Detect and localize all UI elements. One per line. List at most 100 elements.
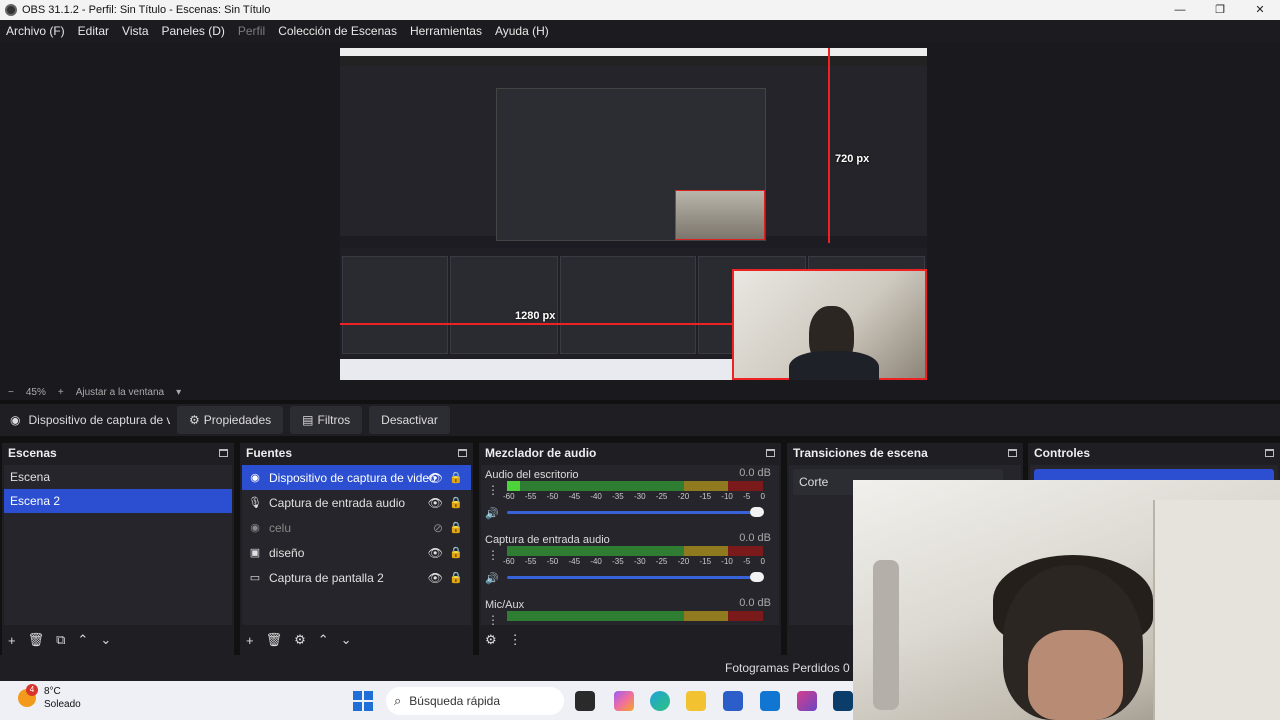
weather-desc: Soleado [44,699,81,710]
eye-icon[interactable]: 👁 [428,546,443,560]
lock-icon[interactable]: 🔒 [449,471,463,484]
scene-filters-icon[interactable]: ⧉ [56,632,65,648]
scale-tick-label: -15 [699,557,712,566]
mixer-channel: Audio del escritorio 0.0 dB ⋮ -60 -55 -50-… [481,465,779,530]
nested-mixer-dock [560,256,696,354]
advanced-audio-icon[interactable]: ⚙ [485,632,497,648]
kebab-menu-icon[interactable]: ⋮ [487,483,499,497]
move-down-icon[interactable]: ⌄ [100,632,111,648]
weather-temp: 8°C [44,686,61,697]
add-scene-icon[interactable]: + [8,633,16,648]
scale-tick-label: -5 [743,492,751,501]
eye-hidden-icon[interactable]: ⊘ [433,521,443,535]
slider-knob[interactable] [750,572,764,582]
scene-item-escena-2[interactable]: Escena 2 [4,489,232,513]
window-controls: — ❐ ✕ [1160,0,1280,20]
speaker-icon[interactable]: 🔊 [485,507,499,520]
volume-slider[interactable] [507,507,764,517]
fit-window-label[interactable]: Ajustar a la ventana [76,387,164,398]
scale-tick-label: -35 [612,557,624,566]
preview-canvas[interactable]: 720 px 1280 px [340,48,927,380]
notification-badge: 4 [26,684,38,696]
speaker-icon[interactable]: 🔊 [485,572,499,585]
minimize-button[interactable]: — [1160,0,1200,20]
zoom-in-button[interactable]: + [58,387,64,398]
move-down-icon[interactable]: ⌄ [341,632,352,648]
outlook-icon[interactable] [760,691,780,711]
source-item[interactable]: ◉ celu ⊘ 🔒 [242,515,471,540]
menu-perfil[interactable]: Perfil [238,24,265,38]
undock-icon[interactable] [1008,449,1017,457]
menu-vista[interactable]: Vista [122,24,148,38]
copilot-icon[interactable] [614,691,634,711]
width-guide-label: 1280 px [515,310,556,322]
store-icon[interactable] [723,691,743,711]
eye-icon[interactable]: 👁 [428,471,443,485]
zoom-bar: − 45% + Ajustar a la ventana ▾ [0,384,1280,400]
menu-herramientas[interactable]: Herramientas [410,24,482,38]
maximize-button[interactable]: ❐ [1200,0,1240,20]
sun-icon: 4 [18,684,38,707]
menu-ayuda[interactable]: Ayuda (H) [495,24,549,38]
move-up-icon[interactable]: ⌃ [77,632,88,648]
edge-browser-icon[interactable] [650,691,670,711]
scale-tick-label: -40 [590,492,602,501]
camera-icon: ◉ [10,413,21,427]
scale-tick-label: -60 [503,557,515,566]
meter-scale: -60 -55 -50 -45 -40 -35 -30 -25 -20 -15 -10 -5 0 [503,557,765,566]
slider-knob[interactable] [750,507,764,517]
mixer-menu-icon[interactable]: ⋮ [509,632,522,648]
lock-icon[interactable]: 🔒 [449,521,463,534]
height-guide-line [828,48,830,243]
menu-paneles[interactable]: Paneles (D) [162,24,225,38]
menu-coleccion-escenas[interactable]: Colección de Escenas [278,24,397,38]
zoom-out-button[interactable]: − [8,387,14,398]
undock-icon[interactable] [219,449,228,457]
filters-button[interactable]: ▤ Filtros [290,406,363,434]
lock-icon[interactable]: 🔒 [449,546,463,559]
kebab-menu-icon[interactable]: ⋮ [487,548,499,562]
remove-source-icon[interactable]: 🗑 [266,632,283,648]
eye-icon[interactable]: 👁 [428,571,443,585]
add-source-icon[interactable]: + [246,633,254,648]
scale-tick-label: -55 [524,492,537,501]
deactivate-button[interactable]: Desactivar [369,406,450,434]
nested-scenes-dock [342,256,448,354]
undock-icon[interactable] [458,449,467,457]
channel-db: 0.0 dB [739,532,771,544]
menu-editar[interactable]: Editar [78,24,109,38]
kebab-menu-icon[interactable]: ⋮ [487,613,499,625]
source-item[interactable]: ▭ Captura de pantalla 2 👁 🔒 [242,565,471,590]
scene-item-escena[interactable]: Escena [4,465,232,489]
source-item[interactable]: ▣ diseño 👁 🔒 [242,540,471,565]
scale-tick-label: -50 [546,492,559,501]
close-button[interactable]: ✕ [1240,0,1280,20]
zoom-dropdown-icon[interactable]: ▾ [176,387,181,398]
lock-icon[interactable]: 🔒 [449,496,463,509]
weather-widget[interactable]: 4 8°C Soleado [18,684,81,711]
selected-webcam-source[interactable] [732,269,927,380]
app-icon[interactable] [833,691,853,711]
source-item[interactable]: ◉ Dispositivo de captura de video 👁 🔒 [242,465,471,490]
monitor-icon: ▭ [249,572,261,584]
undock-icon[interactable] [1265,449,1274,457]
volume-slider[interactable] [507,572,764,582]
height-guide-label: 720 px [835,153,870,165]
m365-icon[interactable] [797,691,817,711]
file-explorer-icon[interactable] [686,691,706,711]
menu-archivo[interactable]: Archivo (F) [6,24,65,38]
lock-icon[interactable]: 🔒 [449,571,463,584]
task-view-icon[interactable] [575,691,595,711]
move-up-icon[interactable]: ⌃ [318,632,329,648]
preview-area[interactable]: 720 px 1280 px [0,42,1280,384]
remove-scene-icon[interactable]: 🗑 [28,632,45,648]
windows-start-icon[interactable] [353,691,373,711]
background-door [1153,500,1280,720]
source-settings-icon[interactable]: ⚙ [294,632,306,648]
properties-button[interactable]: ⚙ Propiedades [177,406,284,434]
eye-icon[interactable]: 👁 [428,496,443,510]
undock-icon[interactable] [766,449,775,457]
source-label: diseño [269,545,305,560]
source-item[interactable]: 🎙 Captura de entrada audio 👁 🔒 [242,490,471,515]
taskbar-search[interactable]: ⌕ Búsqueda rápida [386,687,564,715]
